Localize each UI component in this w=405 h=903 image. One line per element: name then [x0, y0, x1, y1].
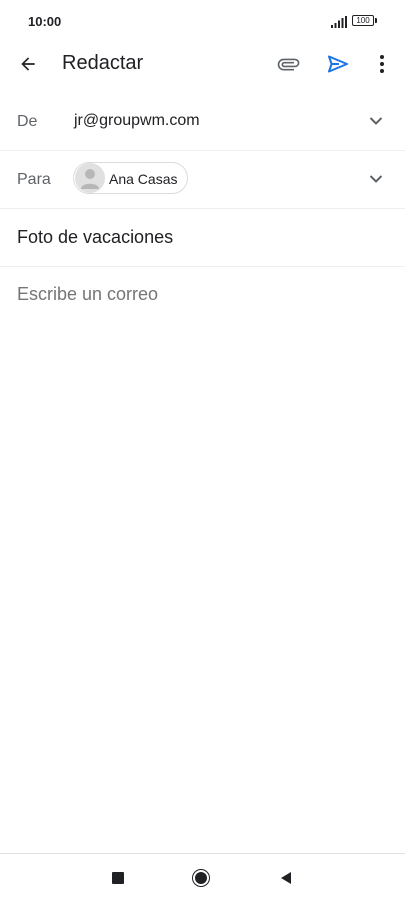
- to-label: Para: [17, 171, 51, 188]
- person-avatar-icon: [75, 163, 105, 193]
- chevron-down-icon: [369, 175, 383, 183]
- subject-row: Foto de vacaciones: [0, 209, 405, 267]
- home-dot: [195, 872, 207, 884]
- circle-home-icon[interactable]: [192, 869, 210, 887]
- send-icon: [328, 55, 348, 73]
- to-row: Para Ana Casas: [0, 151, 405, 209]
- app-bar: Redactar: [0, 40, 405, 88]
- signal-bars-icon: [331, 16, 347, 28]
- arrow-back-icon: [21, 57, 35, 71]
- from-account[interactable]: jr@groupwm.com: [74, 112, 200, 130]
- recipient-name: Ana Casas: [109, 171, 178, 187]
- chevron-down-icon: [369, 117, 383, 125]
- page-title: Redactar: [62, 52, 144, 74]
- triangle-back-icon[interactable]: [279, 871, 293, 885]
- subject-field[interactable]: Foto de vacaciones: [17, 227, 173, 248]
- from-label: De: [17, 113, 38, 130]
- email-body-field[interactable]: Escribe un correo: [17, 284, 158, 305]
- battery-nub: [375, 18, 377, 23]
- from-expand-button[interactable]: [366, 113, 386, 129]
- back-button[interactable]: [12, 50, 44, 78]
- more-vert-icon: [380, 55, 384, 73]
- more-options-button[interactable]: [368, 50, 396, 78]
- paperclip-icon: [277, 58, 300, 71]
- status-time: 10:00: [28, 14, 62, 29]
- recipient-chip[interactable]: Ana Casas: [73, 162, 188, 194]
- send-button[interactable]: [322, 50, 354, 78]
- attach-button[interactable]: [272, 50, 304, 78]
- to-expand-button[interactable]: [366, 171, 386, 187]
- system-nav-bar: [0, 853, 405, 903]
- battery-icon: 100: [352, 15, 374, 26]
- from-row: De jr@groupwm.com: [0, 93, 405, 151]
- square-recent-icon[interactable]: [112, 872, 124, 884]
- battery-level: 100: [356, 16, 370, 25]
- status-bar: 10:00 100: [0, 0, 405, 44]
